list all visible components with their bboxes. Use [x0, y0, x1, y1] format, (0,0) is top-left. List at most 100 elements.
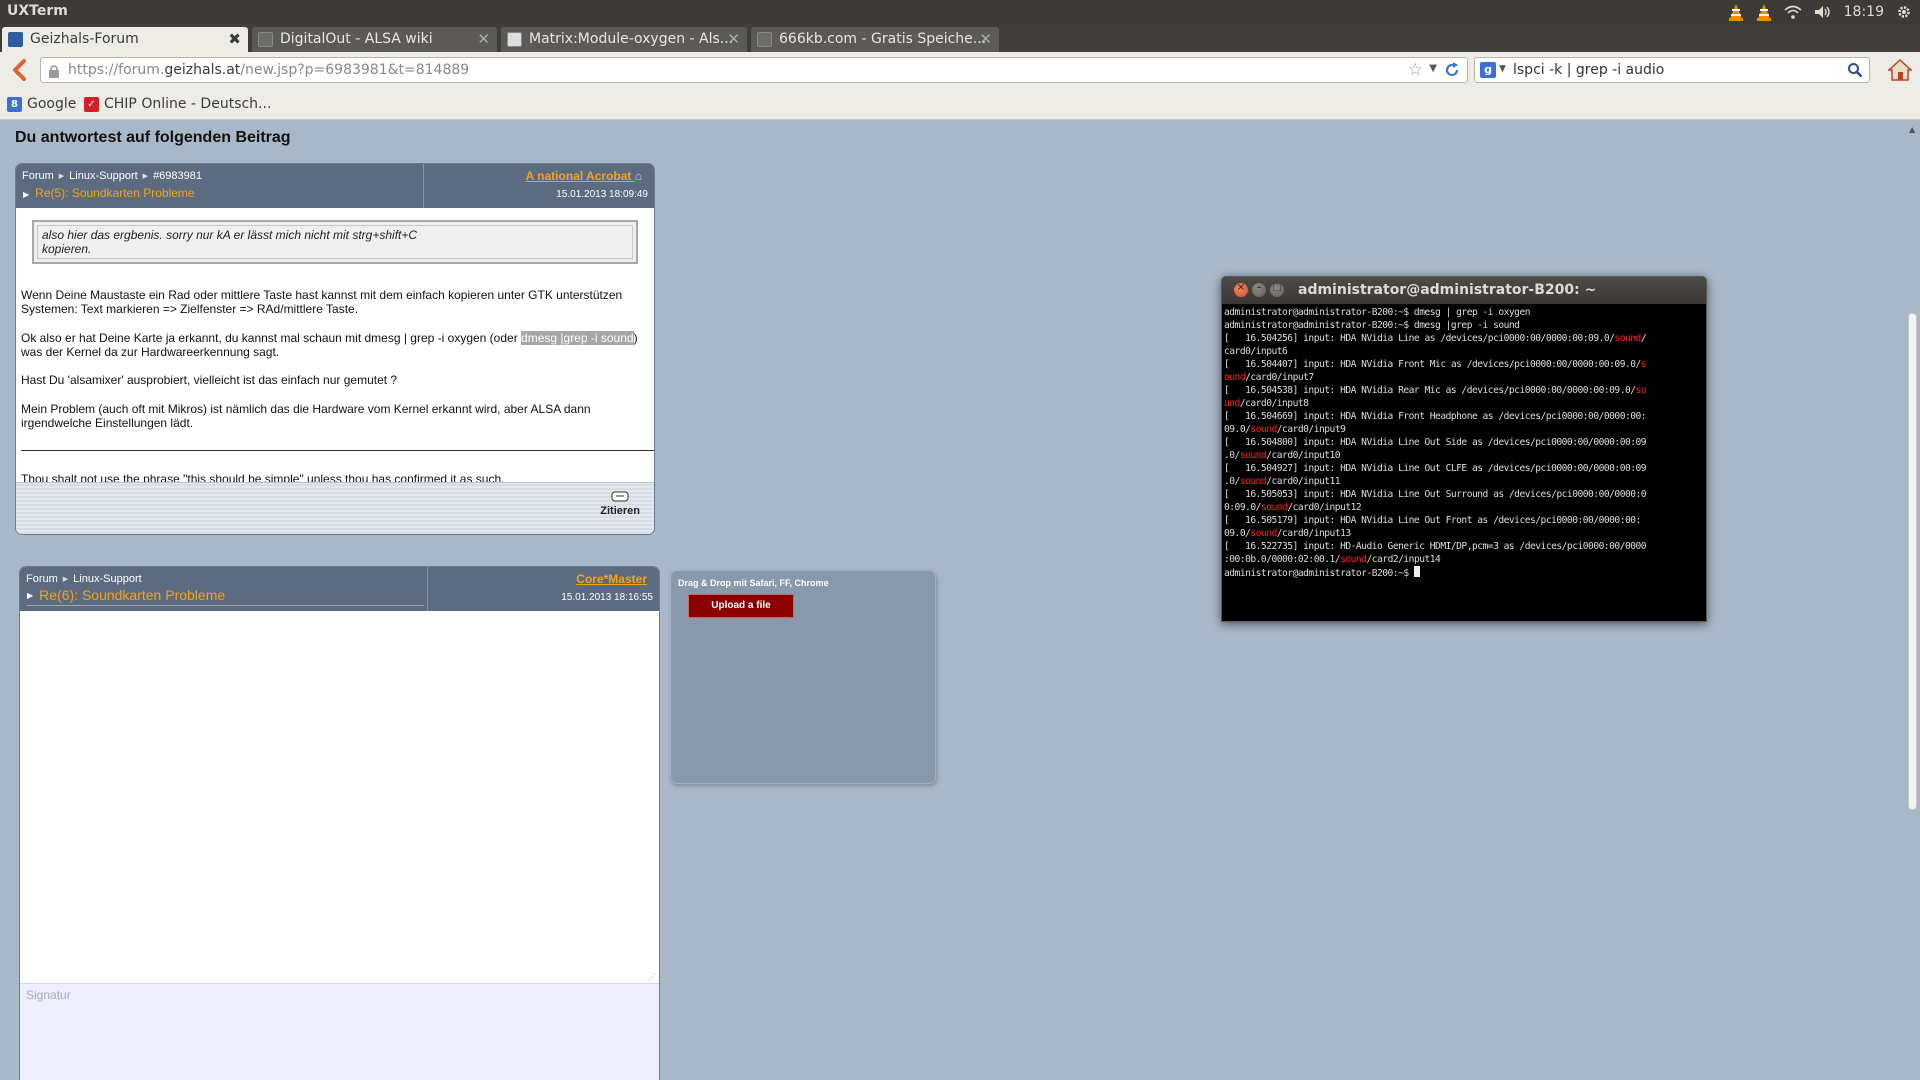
upload-panel: Drag & Drop mit Safari, FF, Chrome Uploa…	[670, 570, 936, 784]
signature-field[interactable]: Signatur	[20, 983, 659, 1080]
terminal-text: [ 16.504256] input: HDA NVidia Line as /…	[1224, 333, 1615, 344]
minimize-icon: –	[1256, 282, 1262, 293]
tab-matrix-module-oxygen[interactable]: Matrix:Module-oxygen - Als... ✕	[501, 27, 747, 52]
terminal-text: /card0/input7	[1245, 372, 1314, 383]
window-close-button[interactable]: ×	[1234, 282, 1248, 297]
grep-match: sound	[1260, 502, 1288, 513]
terminal-text: /card0/input8	[1239, 398, 1309, 409]
reply-author-link[interactable]: Core*Master	[576, 572, 647, 586]
terminal-line: .0/sound/card0/input11	[1224, 475, 1704, 488]
grep-match: sound	[1239, 450, 1267, 461]
crumb-linux-support[interactable]: Linux-Support	[73, 573, 142, 585]
terminal-text: :00:0b.0/0000:02:00.1/	[1224, 554, 1341, 565]
grep-match: sound	[1340, 554, 1367, 565]
reply-text-editor[interactable]: ⋰	[20, 611, 659, 983]
terminal-text: /	[1640, 333, 1647, 344]
selected-text[interactable]: dmesg |grep -i sound	[521, 331, 634, 345]
terminal-line: administrator@administrator-B200:~$	[1224, 566, 1704, 580]
terminal-line: [ 16.504538] input: HDA NVidia Rear Mic …	[1224, 384, 1704, 397]
terminal-window[interactable]: × – □ administrator@administrator-B200: …	[1221, 276, 1707, 622]
close-icon[interactable]: ✕	[979, 30, 992, 48]
clock[interactable]: 18:19	[1844, 4, 1884, 20]
terminal-text: [ 16.504800] input: HDA NVidia Line Out …	[1224, 437, 1647, 448]
crumb-forum[interactable]: Forum	[22, 170, 54, 182]
engine-dropdown-icon[interactable]: ▼	[1499, 64, 1506, 74]
terminal-text: 0:09.0/	[1224, 502, 1261, 513]
google-icon: 8	[7, 96, 22, 112]
tab-666kb[interactable]: 666kb.com - Gratis Speiche... ✕	[751, 27, 999, 52]
paragraph-line: irgendwelche Einstellungen lädt.	[21, 416, 194, 430]
terminal-line: :00:0b.0/0000:02:00.1/sound/card2/input1…	[1224, 553, 1704, 566]
close-icon[interactable]: ✕	[477, 30, 490, 48]
reply-subject-input[interactable]: ▶ Re(6): Soundkarten Probleme	[27, 587, 424, 606]
original-post: Forum ▶ Linux-Support ▶ #6983981 ▶ Re(5):…	[15, 163, 655, 535]
quote-inner-border	[37, 225, 633, 259]
post-paragraph: Ok also er hat Deine Karte ja erkannt, d…	[21, 331, 654, 359]
lock-icon	[48, 63, 60, 82]
quote-button[interactable]: Zitieren	[600, 491, 640, 517]
terminal-text: /card2/input14	[1366, 554, 1441, 565]
chevron-right-icon: ▶	[58, 173, 65, 180]
crumb-linux-support[interactable]: Linux-Support	[69, 170, 138, 182]
terminal-line: ound/card0/input7	[1224, 371, 1704, 384]
search-bar[interactable]: g ▼ lspci -k | grep -i audio	[1474, 57, 1870, 83]
url-bar[interactable]: https://forum.geizhals.at/new.jsp?p=6983…	[40, 57, 1468, 83]
terminal-text: [ 16.504407] input: HDA NVidia Front Mic…	[1224, 359, 1641, 370]
terminal-line: .0/sound/card0/input10	[1224, 449, 1704, 462]
back-arrow-icon[interactable]	[10, 59, 30, 81]
terminal-text: [ 16.504927] input: HDA NVidia Line Out …	[1224, 463, 1647, 474]
wifi-icon[interactable]	[1784, 5, 1802, 19]
scrollbar-thumb[interactable]	[1908, 313, 1917, 810]
crumb-forum[interactable]: Forum	[26, 573, 58, 585]
bookmark-chip-online[interactable]: ✓ CHIP Online - Deutsch...	[84, 96, 271, 112]
gear-icon[interactable]	[1896, 4, 1912, 20]
navigation-bar: https://forum.geizhals.at/new.jsp?p=6983…	[0, 52, 1920, 88]
post-author-link[interactable]: A national Acrobat ⌂	[526, 169, 642, 183]
window-minimize-button[interactable]: –	[1252, 282, 1266, 297]
terminal-output[interactable]: administrator@administrator-B200:~$ dmes…	[1224, 306, 1704, 580]
terminal-text: administrator@administrator-B200:~$	[1224, 568, 1414, 579]
post-header: Forum ▶ Linux-Support ▶ #6983981 ▶ Re(5):…	[16, 164, 654, 208]
bookmark-google[interactable]: 8 Google	[7, 96, 76, 112]
terminal-line: 09.0/sound/card0/input9	[1224, 423, 1704, 436]
vlc-icon-2[interactable]	[1756, 3, 1772, 21]
tab-digitalout-alsa[interactable]: DigitalOut - ALSA wiki ✕	[252, 27, 497, 52]
grep-match: sound	[1250, 424, 1277, 435]
page-scrollbar[interactable]: ▲	[1906, 121, 1920, 1080]
search-input[interactable]: lspci -k | grep -i audio	[1513, 62, 1664, 78]
maximize-icon: □	[1272, 282, 1282, 293]
terminal-line: [ 16.504927] input: HDA NVidia Line Out …	[1224, 462, 1704, 475]
google-engine-icon[interactable]: g	[1480, 62, 1496, 78]
reload-icon[interactable]	[1444, 62, 1460, 82]
quoted-text: also hier das ergbenis. sorry nur kA er …	[32, 220, 638, 264]
terminal-line: 09.0/sound/card0/input13	[1224, 527, 1704, 540]
tab-geizhals-forum[interactable]: Geizhals-Forum ✖	[2, 27, 248, 52]
tab-label: 666kb.com - Gratis Speiche...	[779, 31, 987, 47]
search-icon[interactable]	[1847, 62, 1863, 82]
chevron-right-icon: ▶	[62, 576, 69, 583]
window-maximize-button[interactable]: □	[1270, 282, 1284, 297]
page-favicon-icon	[757, 32, 772, 47]
crumb-post-id[interactable]: #6983981	[153, 170, 202, 182]
grep-match: so	[1635, 385, 1647, 396]
bookmark-star-icon[interactable]: ☆	[1408, 60, 1423, 80]
home-icon[interactable]	[1887, 58, 1913, 85]
url-history-dropdown-icon[interactable]: ▼	[1429, 63, 1437, 74]
close-icon[interactable]: ✖	[228, 30, 241, 48]
url-text[interactable]: https://forum.geizhals.at/new.jsp?p=6983…	[68, 62, 469, 78]
reply-date: 15.01.2013 18:16:55	[561, 592, 653, 603]
tab-label: DigitalOut - ALSA wiki	[280, 31, 433, 47]
volume-icon[interactable]	[1814, 5, 1832, 19]
upload-file-button[interactable]: Upload a file	[688, 594, 794, 618]
terminal-titlebar[interactable]: × – □ administrator@administrator-B200: …	[1222, 277, 1706, 304]
terminal-line: administrator@administrator-B200:~$ dmes…	[1224, 306, 1704, 319]
terminal-text: /card0/input9	[1276, 424, 1346, 435]
reply-form: Forum ▶ Linux-Support ▶ Re(6): Soundkarte…	[19, 566, 660, 1080]
geizhals-favicon-icon	[8, 32, 23, 47]
terminal-cursor	[1413, 566, 1420, 577]
bookmarks-bar: 8 Google ✓ CHIP Online - Deutsch...	[0, 88, 1920, 120]
resize-grip-icon[interactable]: ⋰	[648, 972, 656, 981]
vlc-icon[interactable]	[1728, 3, 1744, 21]
scroll-up-arrow-icon[interactable]: ▲	[1909, 125, 1915, 134]
close-icon[interactable]: ✕	[727, 30, 740, 48]
